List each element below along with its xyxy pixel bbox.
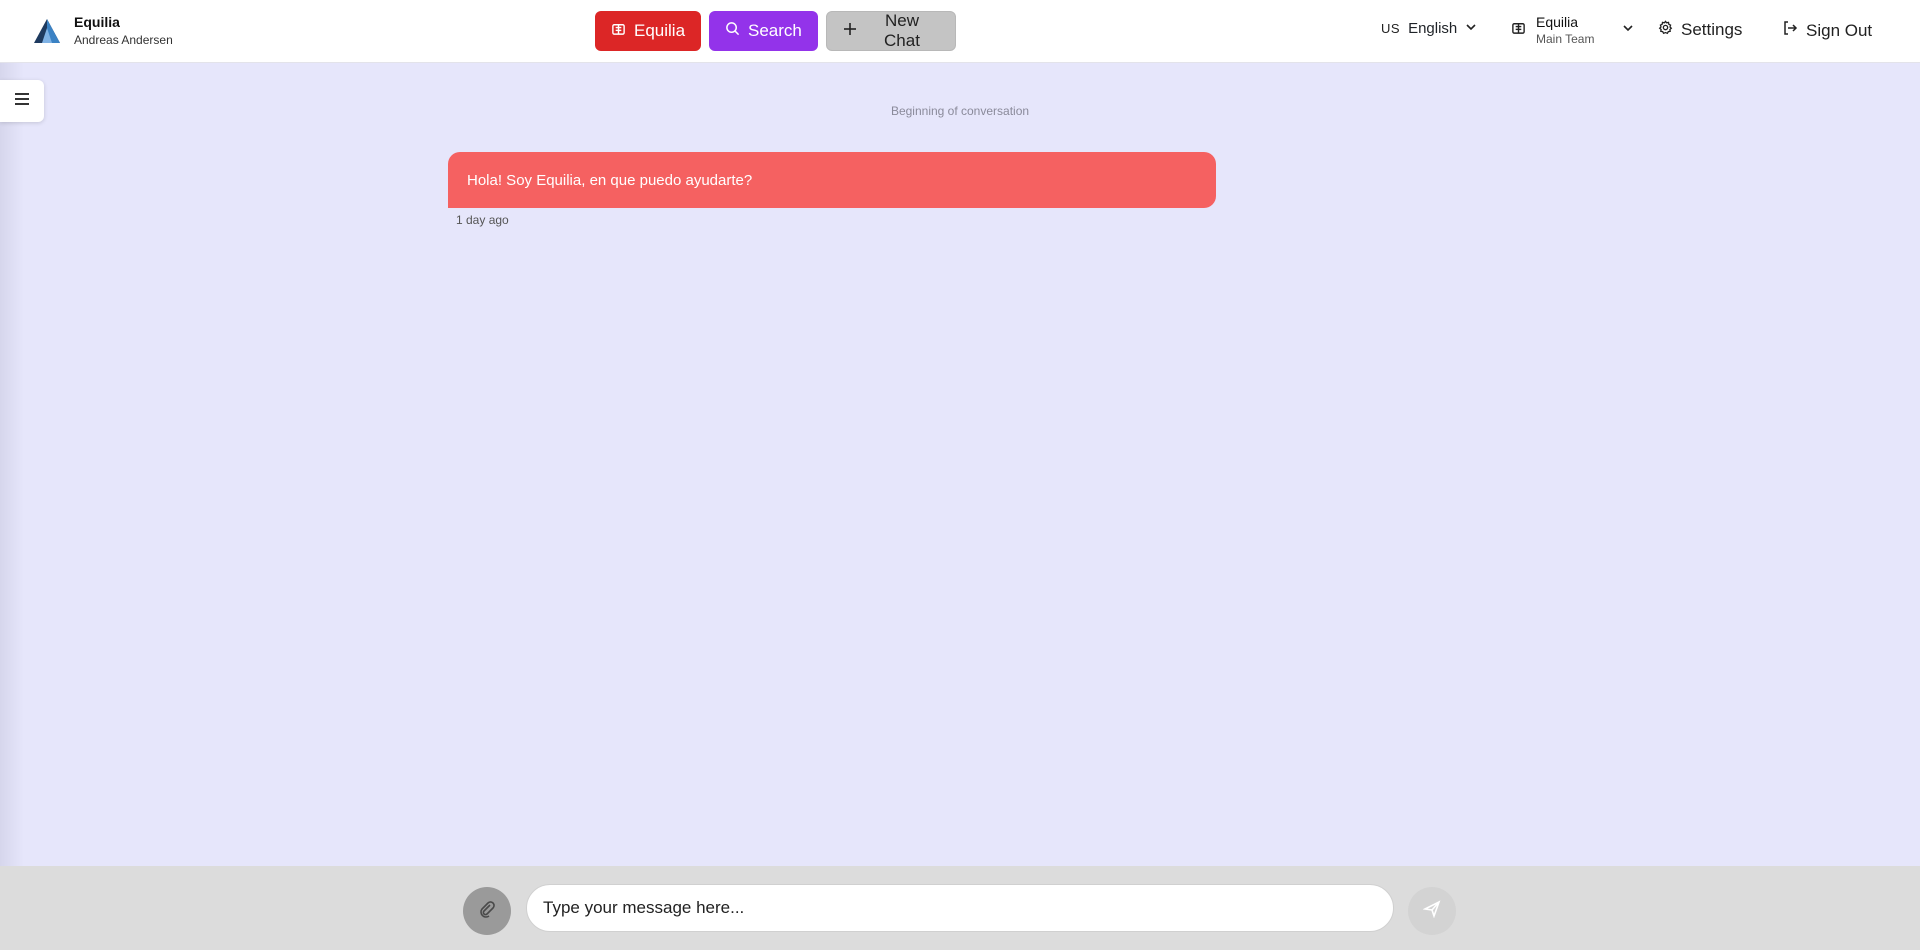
sidebar-edge <box>0 63 24 866</box>
search-button[interactable]: Search <box>709 11 818 51</box>
composer-bar <box>0 866 1920 950</box>
chevron-down-icon <box>1465 20 1477 37</box>
brand-title: Equilia <box>74 14 120 30</box>
user-name: Andreas Andersen <box>74 32 173 47</box>
message-text: Hola! Soy Equilia, en que puedo ayudarte… <box>467 171 753 189</box>
conversation-start-label: Beginning of conversation <box>890 104 1030 118</box>
mountain-logo-icon <box>32 16 62 46</box>
building-icon <box>611 21 626 41</box>
sign-out-icon <box>1782 20 1798 41</box>
team-name: Equilia <box>1536 14 1579 30</box>
send-button[interactable] <box>1408 887 1456 935</box>
chevron-down-icon <box>1622 21 1634 39</box>
building-icon <box>1511 20 1526 40</box>
equilia-button[interactable]: Equilia <box>595 11 701 51</box>
search-icon <box>725 21 740 41</box>
team-selector[interactable]: Equilia Main Team <box>1511 14 1634 46</box>
message-input[interactable] <box>526 884 1394 932</box>
language-selector[interactable]: US English <box>1381 20 1477 37</box>
top-header: Equilia Andreas Andersen Equilia Search … <box>0 0 1920 63</box>
equilia-button-label: Equilia <box>634 21 686 40</box>
sign-out-link[interactable]: Sign Out <box>1782 20 1872 41</box>
gear-icon <box>1658 20 1673 40</box>
plus-icon <box>843 21 857 41</box>
language-code: US <box>1381 21 1401 36</box>
new-chat-button-label: New Chat <box>884 11 920 50</box>
paperclip-icon <box>478 900 496 923</box>
send-icon <box>1422 899 1441 923</box>
language-label: English <box>1408 20 1458 37</box>
new-chat-button[interactable]: New Chat <box>826 11 956 51</box>
attach-button[interactable] <box>463 887 511 935</box>
team-subtitle: Main Team <box>1536 31 1595 46</box>
settings-link[interactable]: Settings <box>1658 20 1742 40</box>
sign-out-label: Sign Out <box>1806 20 1873 40</box>
center-actions: Equilia Search New Chat <box>595 11 956 51</box>
message-timestamp: 1 day ago <box>456 213 509 227</box>
bot-message-bubble: Hola! Soy Equilia, en que puedo ayudarte… <box>448 152 1216 208</box>
settings-label: Settings <box>1681 20 1743 39</box>
search-button-label: Search <box>748 21 802 40</box>
brand[interactable]: Equilia Andreas Andersen <box>32 14 173 47</box>
